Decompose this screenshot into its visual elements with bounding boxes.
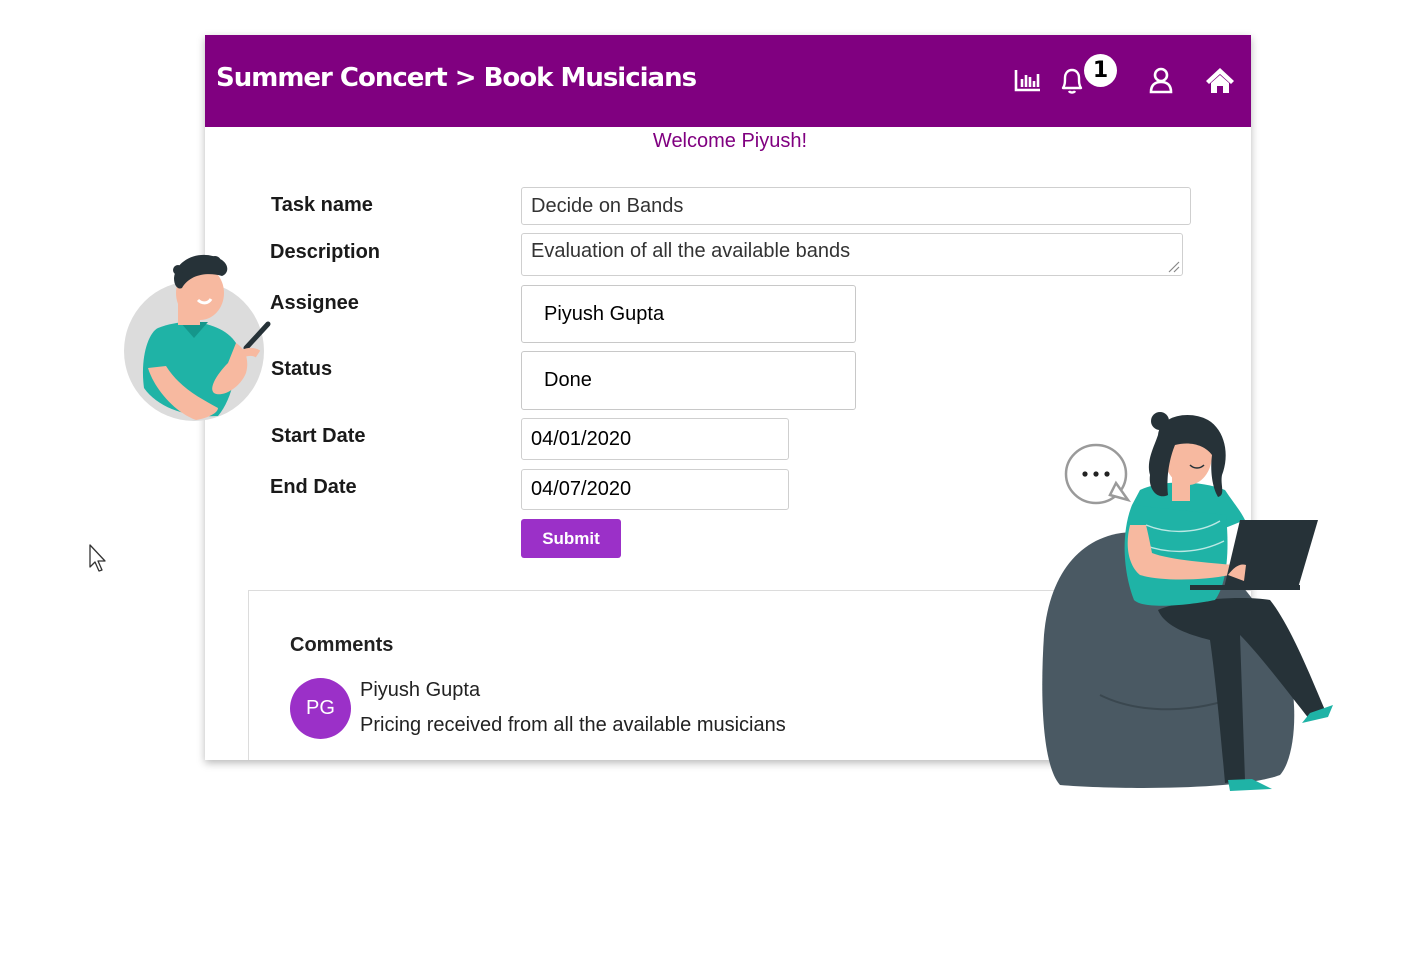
welcome-message: Welcome Piyush! xyxy=(652,130,808,152)
resize-handle-icon[interactable] xyxy=(1166,259,1180,273)
man-with-phone-illustration xyxy=(124,254,271,421)
avatar: PG xyxy=(290,678,351,739)
task-name-label: Task name xyxy=(271,194,373,216)
description-textarea[interactable]: Evaluation of all the available bands xyxy=(521,233,1183,276)
woman-with-laptop-illustration xyxy=(1042,412,1333,791)
home-icon[interactable] xyxy=(1203,63,1237,97)
page-title: Summer Concert > Book Musicians xyxy=(216,63,697,93)
assignee-label: Assignee xyxy=(270,292,359,314)
status-label: Status xyxy=(271,358,333,380)
start-date-label: Start Date xyxy=(271,425,366,447)
description-label: Description xyxy=(270,241,381,263)
app-header: Summer Concert > Book Musicians 1 xyxy=(205,35,1251,127)
mouse-cursor-icon xyxy=(89,544,106,572)
comments-heading: Comments xyxy=(290,634,394,656)
description-text: Evaluation of all the available bands xyxy=(531,240,851,262)
task-name-input[interactable]: Decide on Bands xyxy=(521,187,1191,225)
comment-author: Piyush Gupta xyxy=(360,679,481,701)
user-icon[interactable] xyxy=(1144,63,1178,97)
start-date-input[interactable]: 04/01/2020 xyxy=(521,418,789,460)
end-date-input[interactable]: 04/07/2020 xyxy=(521,469,789,510)
notification-badge[interactable]: 1 xyxy=(1084,54,1117,87)
assignee-select[interactable]: Piyush Gupta xyxy=(521,285,856,343)
comment-text: Pricing received from all the available … xyxy=(360,714,786,736)
bar-chart-icon[interactable] xyxy=(1011,63,1045,97)
submit-button[interactable]: Submit xyxy=(521,519,621,558)
end-date-label: End Date xyxy=(270,476,357,498)
status-select[interactable]: Done xyxy=(521,351,856,410)
